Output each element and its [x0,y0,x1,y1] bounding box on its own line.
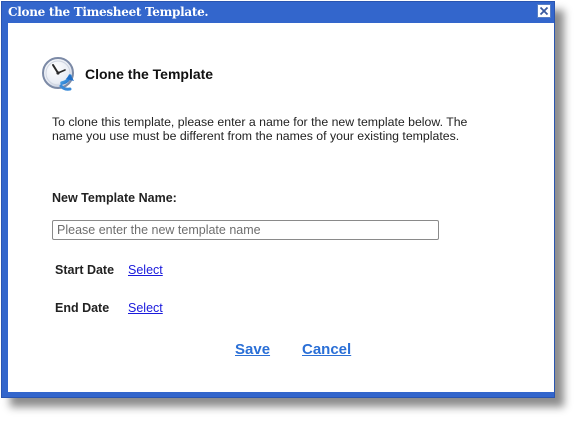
dialog-content: Clone the Template To clone this templat… [8,23,554,392]
clock-clone-icon [41,56,79,94]
template-name-label: New Template Name: [52,191,177,205]
dialog-titlebar: Clone the Timesheet Template. [2,2,554,22]
header-title: Clone the Template [85,66,214,82]
end-date-select-link[interactable]: Select [128,301,163,315]
start-date-select-link[interactable]: Select [128,263,163,277]
dialog-title: Clone the Timesheet Template. [8,5,209,19]
instructions-text: To clone this template, please enter a n… [52,115,468,143]
clone-template-dialog: Clone the Timesheet Template. Clone the … [1,1,555,398]
start-date-label: Start Date [55,263,115,277]
end-date-label: End Date [55,301,110,315]
template-name-input[interactable] [52,220,439,240]
close-icon [539,6,549,16]
close-button[interactable] [537,4,551,18]
save-button[interactable]: Save [235,341,270,358]
cancel-button[interactable]: Cancel [302,341,351,358]
